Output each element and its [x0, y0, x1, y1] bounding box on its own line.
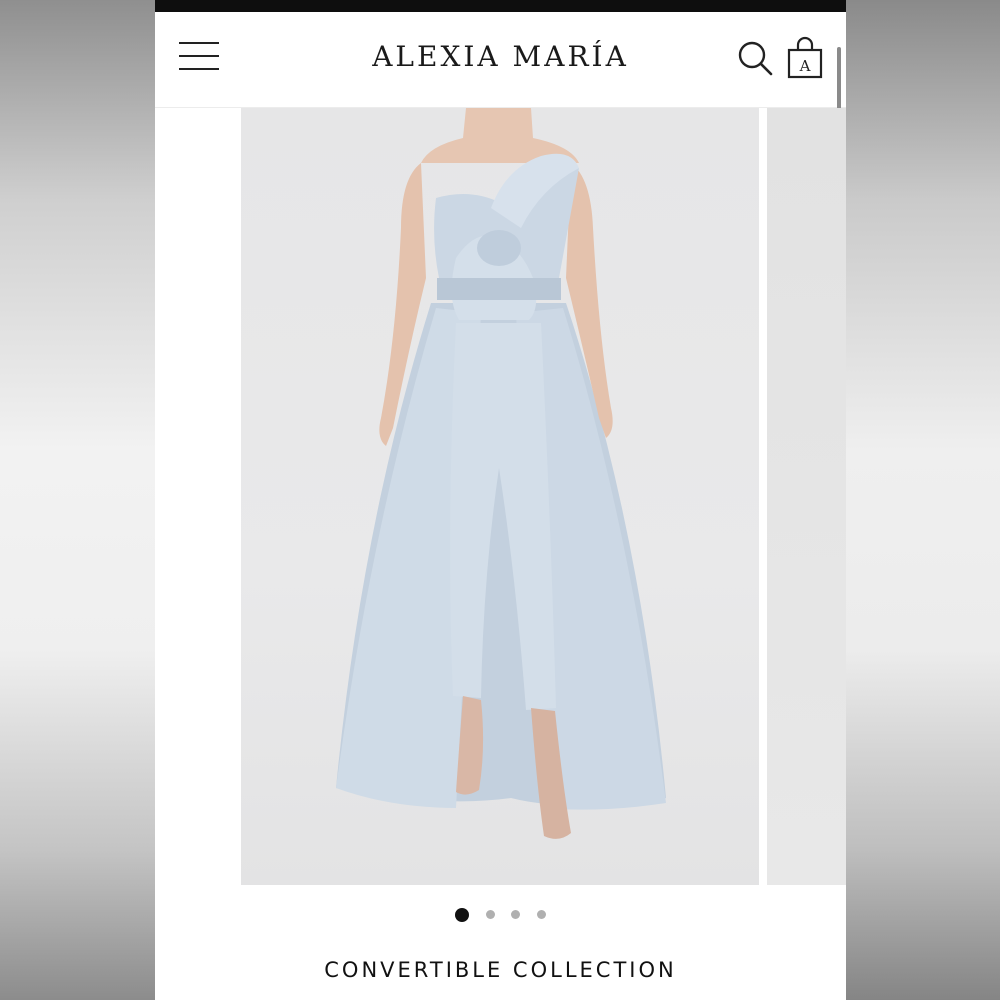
collection-title: CONVERTIBLE COLLECTION: [324, 958, 677, 982]
hamburger-menu-icon[interactable]: [179, 42, 219, 72]
next-product-image-peek[interactable]: [767, 108, 846, 885]
pagination-dot-1[interactable]: [455, 908, 469, 922]
shopping-bag-icon[interactable]: A: [785, 36, 825, 80]
product-gallery[interactable]: [155, 108, 846, 885]
model-illustration: [336, 108, 666, 839]
search-icon[interactable]: [735, 38, 775, 78]
pagination-dot-3[interactable]: [511, 910, 520, 919]
pagination-dot-2[interactable]: [486, 910, 495, 919]
gallery-pagination: [155, 908, 846, 924]
background-blur-right: [846, 0, 1000, 1000]
brand-logo[interactable]: ALEXIA MARÍA: [305, 40, 696, 73]
bag-logo-letter: A: [799, 57, 811, 75]
phone-screen: ALEXIA MARÍA A CONVERTIBLE COLLECTION: [155, 0, 846, 1000]
pagination-dot-4[interactable]: [537, 910, 546, 919]
product-image[interactable]: [241, 108, 759, 885]
status-bar: [155, 0, 846, 12]
background-blur-left: [0, 0, 155, 1000]
site-header: ALEXIA MARÍA A: [155, 12, 846, 312]
